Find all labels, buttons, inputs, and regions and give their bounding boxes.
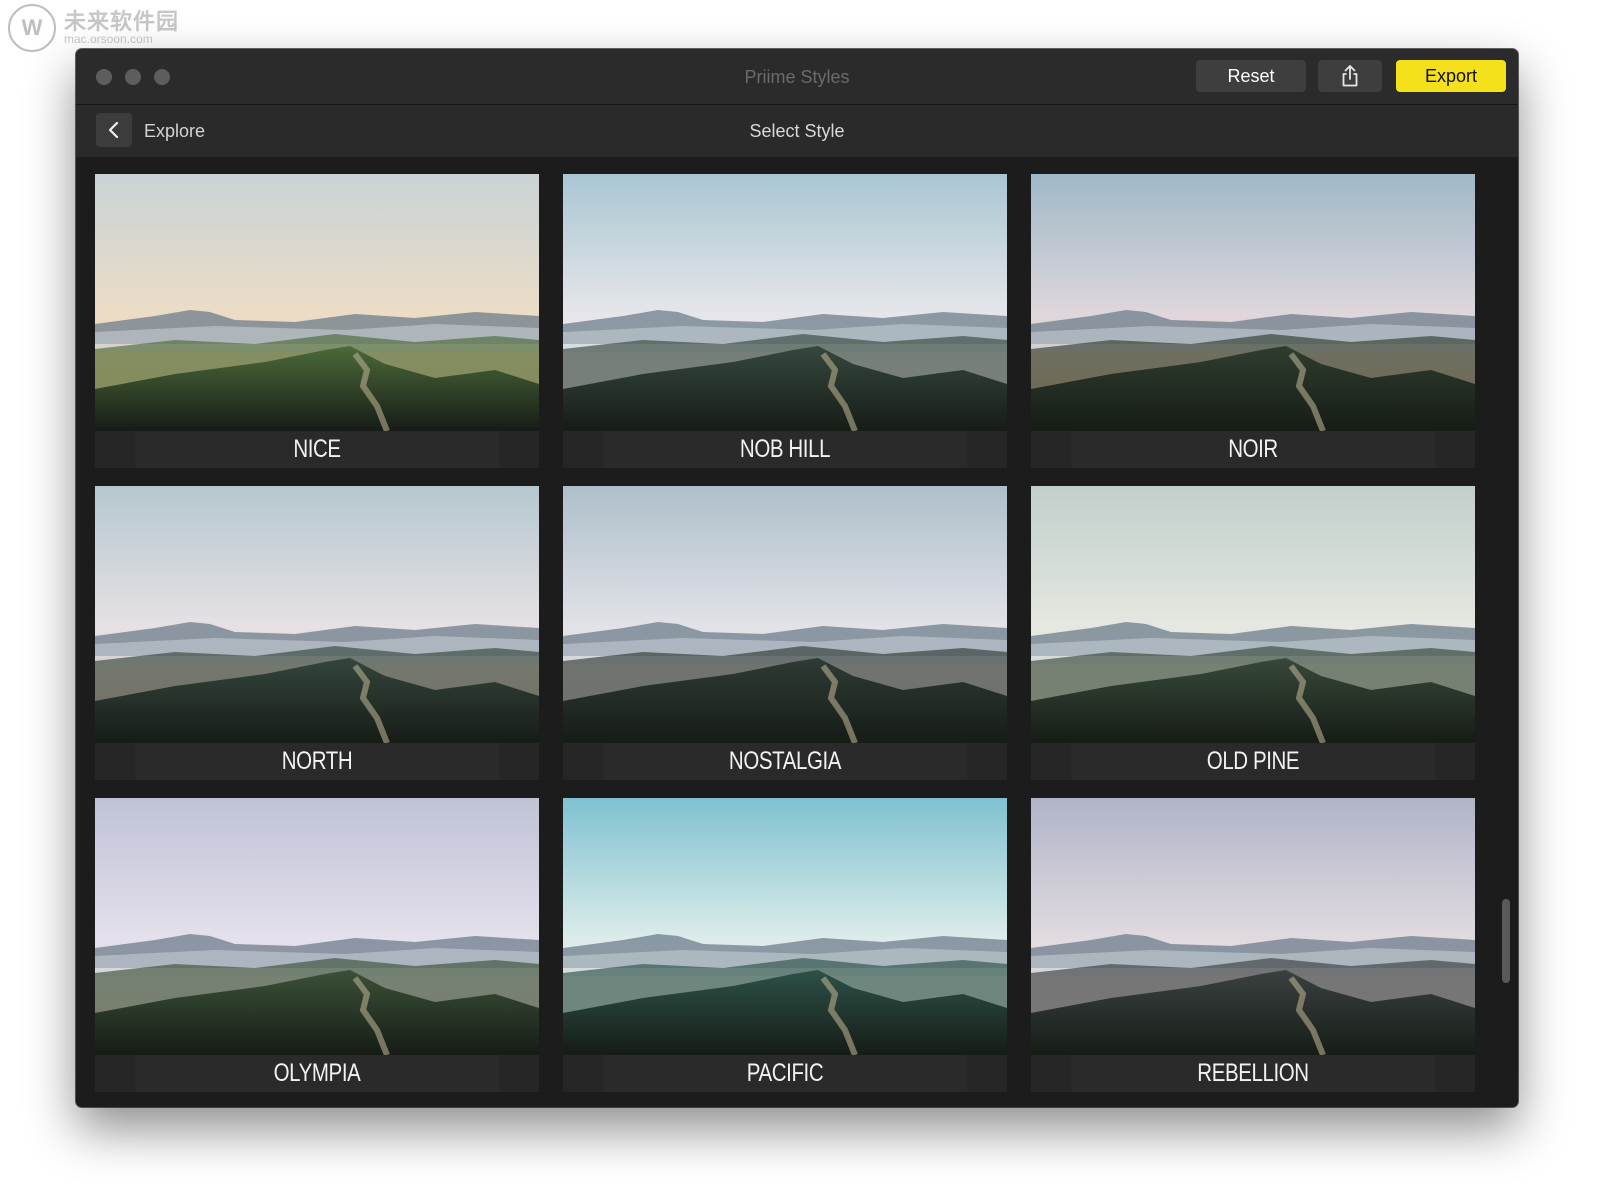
style-thumbnail (1031, 486, 1475, 743)
style-tile[interactable]: NICE (95, 174, 539, 468)
style-name: OLD PINE (1070, 743, 1436, 780)
style-tile[interactable]: OLYMPIA (95, 798, 539, 1092)
style-tile[interactable]: NORTH (95, 486, 539, 780)
page-title: Select Style (749, 121, 845, 141)
style-thumbnail (563, 798, 1007, 1055)
style-tile[interactable]: OLD PINE (1031, 486, 1475, 780)
style-name: REBELLION (1070, 1055, 1436, 1092)
style-thumbnail (563, 174, 1007, 431)
style-thumbnail (95, 174, 539, 431)
share-button[interactable] (1318, 60, 1382, 92)
style-tile[interactable]: NOSTALGIA (563, 486, 1007, 780)
title-bar: Priime Styles Reset Export (76, 49, 1518, 105)
watermark-title: 未来软件园 (64, 9, 180, 34)
style-tile[interactable]: NOB HILL (563, 174, 1007, 468)
style-name: NICE (134, 431, 500, 468)
watermark-url: mac.orsoon.com (64, 32, 153, 46)
style-name: NORTH (134, 743, 500, 780)
style-tile[interactable]: REBELLION (1031, 798, 1475, 1092)
style-thumbnail (1031, 798, 1475, 1055)
share-icon (1342, 65, 1358, 87)
style-name: PACIFIC (602, 1055, 968, 1092)
watermark: W 未来软件园 mac.orsoon.com (8, 4, 179, 52)
style-thumbnail (95, 486, 539, 743)
style-name: NOSTALGIA (602, 743, 968, 780)
watermark-logo-icon: W (8, 4, 56, 52)
style-thumbnail (1031, 174, 1475, 431)
style-grid: NICE NOB HILL NOIR NORTH NOSTALGIA OLD PINE OL… (95, 174, 1475, 1092)
export-button[interactable]: Export (1396, 60, 1506, 92)
scrollbar[interactable] (1502, 899, 1510, 983)
style-thumbnail (563, 486, 1007, 743)
style-name: OLYMPIA (134, 1055, 500, 1092)
style-thumbnail (95, 798, 539, 1055)
style-gallery: NICE NOB HILL NOIR NORTH NOSTALGIA OLD PINE OL… (76, 157, 1518, 1107)
style-tile[interactable]: PACIFIC (563, 798, 1007, 1092)
app-window: Priime Styles Reset Export Explore Selec… (76, 49, 1518, 1107)
nav-bar: Explore Select Style (76, 105, 1518, 157)
style-name: NOIR (1070, 431, 1436, 468)
style-name: NOB HILL (602, 431, 968, 468)
style-tile[interactable]: NOIR (1031, 174, 1475, 468)
reset-button[interactable]: Reset (1196, 60, 1306, 92)
